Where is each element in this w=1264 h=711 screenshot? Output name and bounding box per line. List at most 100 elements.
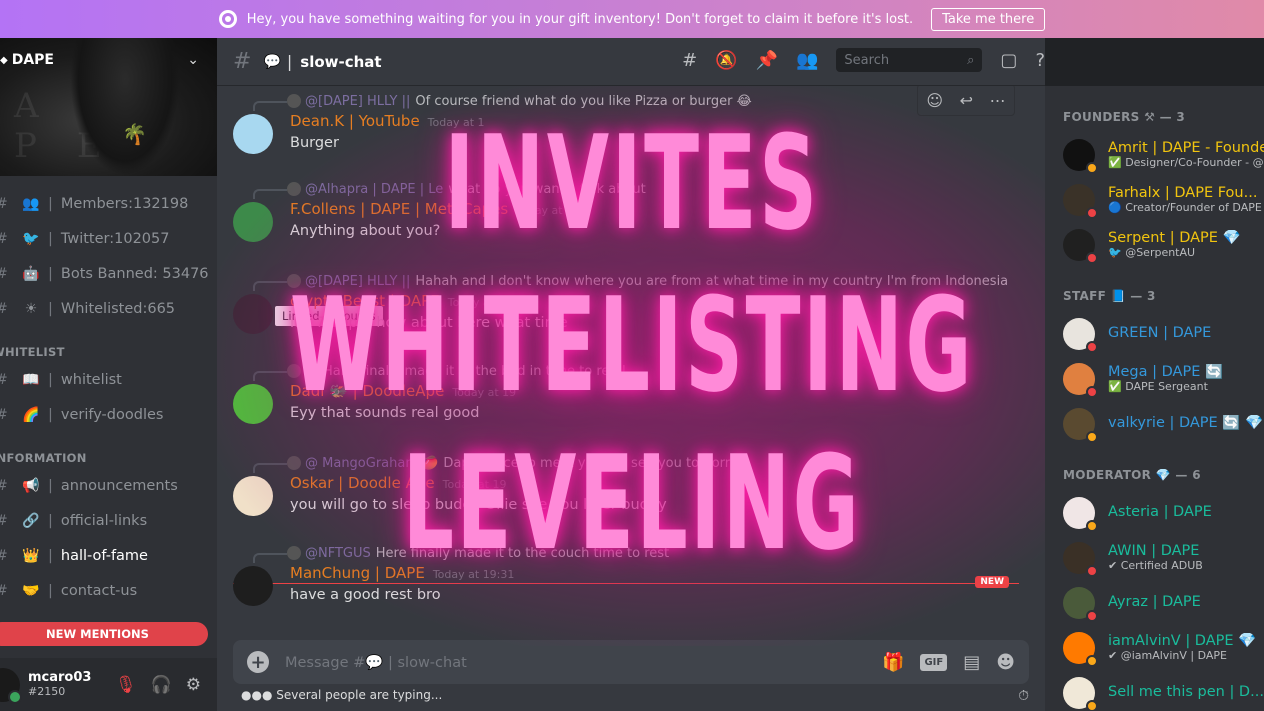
presence-idle-icon bbox=[1086, 654, 1098, 667]
channel-emoji-icon: 🔗 bbox=[22, 512, 40, 529]
member-status: 🔵 Creator/Founder of DAPE bbox=[1108, 200, 1262, 214]
message-avatar[interactable] bbox=[233, 202, 273, 242]
server-banner[interactable]: A PE 🌴 ◆ DAPE ⌄ bbox=[0, 38, 217, 176]
pinned-messages-icon[interactable]: 📌 bbox=[756, 50, 778, 71]
message-item[interactable]: @Alhapra | DAPE | Le what do you wanna ta… bbox=[217, 180, 1017, 260]
channel-item[interactable]: # 👑 | hall-of-fame bbox=[0, 538, 217, 573]
sticker-icon[interactable]: ▤ bbox=[963, 652, 980, 673]
channel-category[interactable]: WHITELIST bbox=[0, 342, 217, 362]
server-name[interactable]: ◆ DAPE bbox=[0, 52, 54, 68]
member-item[interactable]: iamAlvinV | DAPE 💎 ✔ @iamAlvinV | DAPE bbox=[1045, 625, 1264, 670]
message-author[interactable]: Dadi 🐲 | DoodleApe Today at 19 bbox=[290, 382, 516, 400]
channel-separator: | bbox=[48, 477, 53, 494]
channel-item[interactable]: # ☀ | Whitelisted:665 bbox=[0, 291, 217, 326]
palm-tree-icon: 🌴 bbox=[122, 122, 147, 146]
threads-icon[interactable]: # bbox=[682, 50, 697, 71]
channel-item[interactable]: # 🌈 | verify-doodles bbox=[0, 397, 217, 432]
reply-spine bbox=[253, 463, 287, 473]
message-author[interactable]: crypto Beast | DAPE Today at 19 bbox=[290, 292, 512, 310]
reply-mention: @ MangoGraham 🥭 bbox=[305, 455, 439, 471]
channel-item[interactable]: # 👥 | Members:132198 bbox=[0, 186, 217, 221]
member-item[interactable]: valkyrie | DAPE 🔄 💎 bbox=[1045, 401, 1264, 446]
reply-preview[interactable]: @[DAPE] HLLY || Of course friend what do … bbox=[287, 92, 752, 110]
message-avatar[interactable] bbox=[233, 114, 273, 154]
channel-separator: | bbox=[48, 195, 53, 212]
channel-separator: | bbox=[48, 371, 53, 388]
member-avatar bbox=[1063, 138, 1098, 174]
message-text: Anything about you? bbox=[290, 223, 441, 239]
channel-item[interactable]: # 🤝 | contact-us bbox=[0, 573, 217, 608]
help-icon[interactable]: ? bbox=[1035, 50, 1045, 71]
presence-idle-icon bbox=[1086, 161, 1098, 174]
channel-item[interactable]: # 📖 | whitelist bbox=[0, 362, 217, 397]
channel-item[interactable]: # 🔗 | official-links bbox=[0, 503, 217, 538]
banner-message: Hey, you have something waiting for you … bbox=[246, 11, 914, 27]
member-item[interactable]: Sell me this pen | D... bbox=[1045, 670, 1264, 711]
presence-dnd-icon bbox=[1086, 564, 1098, 577]
member-item[interactable]: Mega | DAPE 🔄 ✅ DAPE Sergeant bbox=[1045, 356, 1264, 401]
member-list-icon[interactable]: 👥 bbox=[796, 50, 818, 71]
message-item[interactable]: @[DAPE] HLLY || Of course friend what do … bbox=[217, 92, 1017, 172]
channel-separator: | bbox=[48, 406, 53, 423]
message-input[interactable]: + Message #💬 | slow-chat 🎁 GIF ▤ ☻ bbox=[233, 640, 1029, 684]
user-avatar[interactable] bbox=[0, 667, 22, 704]
message-avatar[interactable] bbox=[233, 384, 273, 424]
channel-item[interactable]: # 🐦 | Twitter:102057 bbox=[0, 221, 217, 256]
search-input[interactable]: Search ⌕ bbox=[836, 48, 983, 72]
member-name: AWIN | DAPE bbox=[1108, 542, 1200, 559]
member-name: Asteria | DAPE bbox=[1108, 504, 1212, 521]
message-avatar[interactable] bbox=[233, 566, 273, 606]
message-avatar[interactable] bbox=[233, 294, 273, 334]
message-author[interactable]: Dean.K | YouTube Today at 1 bbox=[290, 112, 485, 130]
reply-mention: @[DAPE] HLLY || bbox=[305, 273, 411, 289]
channel-separator: | bbox=[48, 230, 53, 247]
member-item[interactable]: GREEN | DAPE bbox=[1045, 311, 1264, 356]
member-avatar bbox=[1063, 183, 1098, 219]
message-item[interactable]: @ MangoGraham 🥭 Dape | Nice to meet you t… bbox=[217, 454, 1017, 534]
take-me-there-button[interactable]: Take me there bbox=[931, 7, 1046, 31]
gif-button[interactable]: GIF bbox=[920, 653, 948, 671]
member-avatar bbox=[1063, 586, 1098, 622]
member-item[interactable]: Asteria | DAPE bbox=[1045, 490, 1264, 535]
gear-icon[interactable]: ⚙ bbox=[186, 675, 201, 695]
member-item[interactable]: Amrit | DAPE - Founder ✅ Designer/Co-Foun… bbox=[1045, 132, 1264, 177]
message-avatar[interactable] bbox=[233, 476, 273, 516]
add-attachment-icon[interactable]: + bbox=[247, 651, 269, 673]
message-item[interactable]: @ Haha finally made it to the bed in time… bbox=[217, 362, 1017, 442]
channel-category[interactable]: INFORMATION bbox=[0, 448, 217, 468]
message-item[interactable]: @[DAPE] HLLY || Hahah and I don't know wh… bbox=[217, 272, 1017, 352]
inbox-icon[interactable]: ▢ bbox=[1000, 50, 1017, 71]
headphones-icon[interactable]: 🎧 bbox=[151, 675, 172, 695]
reply-preview[interactable]: @[DAPE] HLLY || Hahah and I don't know wh… bbox=[287, 272, 1008, 290]
reply-text: what do you wanna talk about bbox=[448, 181, 646, 197]
gift-icon[interactable]: 🎁 bbox=[882, 652, 904, 673]
message-author[interactable]: ManChung | DAPE Today at 19:31 bbox=[290, 564, 514, 582]
channel-item[interactable]: # 🤖 | Bots Banned: 53476 bbox=[0, 256, 217, 291]
member-name: Farhalx | DAPE Fou... bbox=[1108, 184, 1258, 201]
member-item[interactable]: AWIN | DAPE ✔ Certified ADUB bbox=[1045, 535, 1264, 580]
mute-microphone-icon[interactable]: 🎙 bbox=[115, 675, 137, 695]
message-item[interactable]: @NFTGUS Here finally made it to the couch… bbox=[217, 544, 1017, 624]
member-role-header: FOUNDERS ⚒ — 3 bbox=[1063, 110, 1186, 124]
emoji-icon[interactable]: ☻ bbox=[996, 652, 1015, 673]
reply-mention: @ bbox=[305, 363, 318, 379]
message-author[interactable]: F.Collens | DAPE | MetaCapes Today at 10 bbox=[290, 200, 580, 218]
reply-avatar bbox=[287, 274, 301, 288]
reply-preview[interactable]: @NFTGUS Here finally made it to the couch… bbox=[287, 544, 669, 562]
notification-settings-icon[interactable]: 🔕 bbox=[715, 50, 737, 71]
channel-emoji-icon: 🤖 bbox=[22, 265, 40, 282]
presence-idle-icon bbox=[1086, 430, 1098, 443]
message-author[interactable]: Oskar | Doodle Ape Today at 19 bbox=[290, 474, 506, 492]
member-item[interactable]: Farhalx | DAPE Fou... 🔵 Creator/Founder o… bbox=[1045, 177, 1264, 222]
member-item[interactable]: Ayraz | DAPE bbox=[1045, 580, 1264, 625]
search-icon: ⌕ bbox=[967, 52, 975, 68]
chevron-down-icon[interactable]: ⌄ bbox=[187, 52, 199, 68]
message-text: Burger bbox=[290, 135, 339, 151]
reply-preview[interactable]: @ Haha finally made it to the bed in time… bbox=[287, 362, 626, 380]
member-item[interactable]: Serpent | DAPE 💎 🐦 @SerpentAU bbox=[1045, 222, 1264, 267]
reply-preview[interactable]: @ MangoGraham 🥭 Dape | Nice to meet you t… bbox=[287, 454, 748, 472]
channel-item[interactable]: # 📢 | announcements bbox=[0, 468, 217, 503]
reply-preview[interactable]: @Alhapra | DAPE | Le what do you wanna ta… bbox=[287, 180, 646, 198]
reply-avatar bbox=[287, 94, 301, 108]
new-mentions-button[interactable]: NEW MENTIONS bbox=[0, 622, 208, 646]
